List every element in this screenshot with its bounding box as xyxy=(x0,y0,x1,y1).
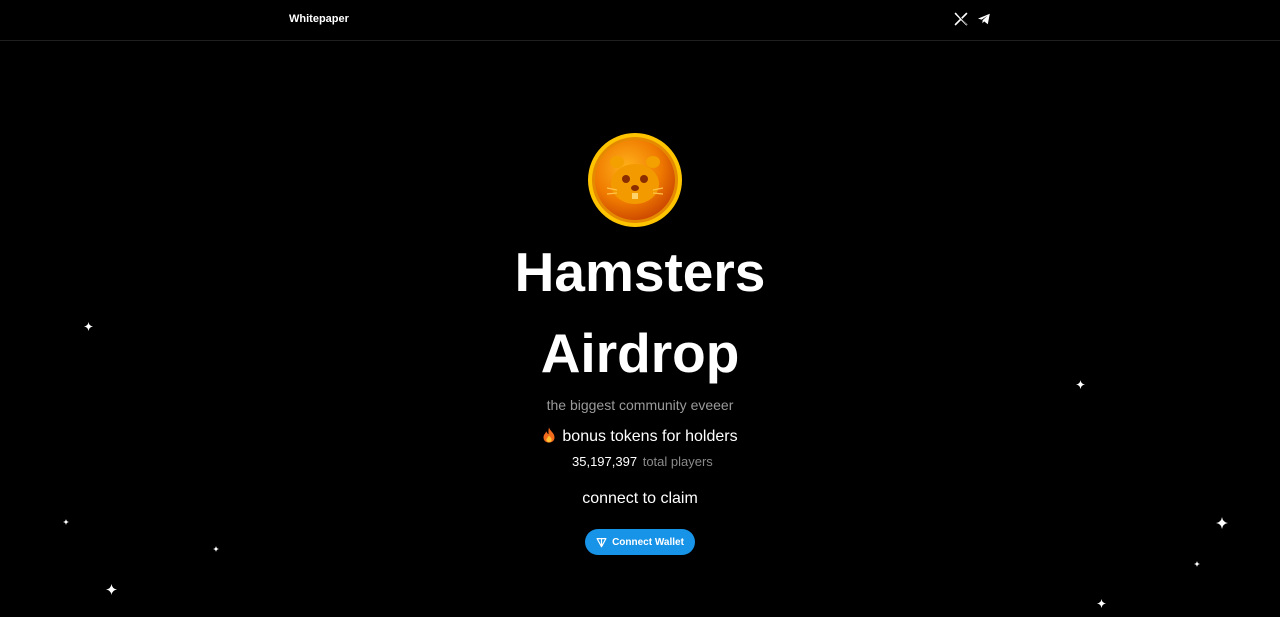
fire-icon xyxy=(542,427,556,443)
top-nav: Whitepaper xyxy=(0,0,1280,41)
whitepaper-link[interactable]: Whitepaper xyxy=(289,13,349,25)
players-count: 35,197,397 xyxy=(572,454,638,469)
bonus-text: bonus tokens for holders xyxy=(562,428,738,445)
claim-text: connect to claim xyxy=(582,490,698,507)
hamster-coin-icon xyxy=(587,132,683,228)
players-stat: 35,197,397 total players xyxy=(572,454,713,469)
telegram-icon[interactable] xyxy=(977,12,991,26)
sparkle-icon xyxy=(1076,380,1085,389)
ton-icon xyxy=(596,537,607,547)
page-title-line-1: Hamsters xyxy=(514,241,766,303)
sparkle-icon xyxy=(1097,599,1106,608)
bonus-line: bonus tokens for holders xyxy=(0,427,1280,446)
x-icon[interactable] xyxy=(954,12,968,26)
sparkle-icon xyxy=(63,519,69,525)
subtitle: the biggest community eveeer xyxy=(546,397,734,413)
players-label: total players xyxy=(642,454,713,469)
sparkle-icon xyxy=(84,322,93,331)
connect-wallet-label: Connect Wallet xyxy=(612,536,684,548)
connect-wallet-button[interactable]: Connect Wallet xyxy=(585,529,695,555)
page-title-line-2: Airdrop xyxy=(540,322,740,384)
sparkle-icon xyxy=(1194,561,1200,567)
sparkle-icon xyxy=(1216,517,1228,529)
sparkle-icon xyxy=(106,584,117,595)
sparkle-icon xyxy=(213,546,219,552)
